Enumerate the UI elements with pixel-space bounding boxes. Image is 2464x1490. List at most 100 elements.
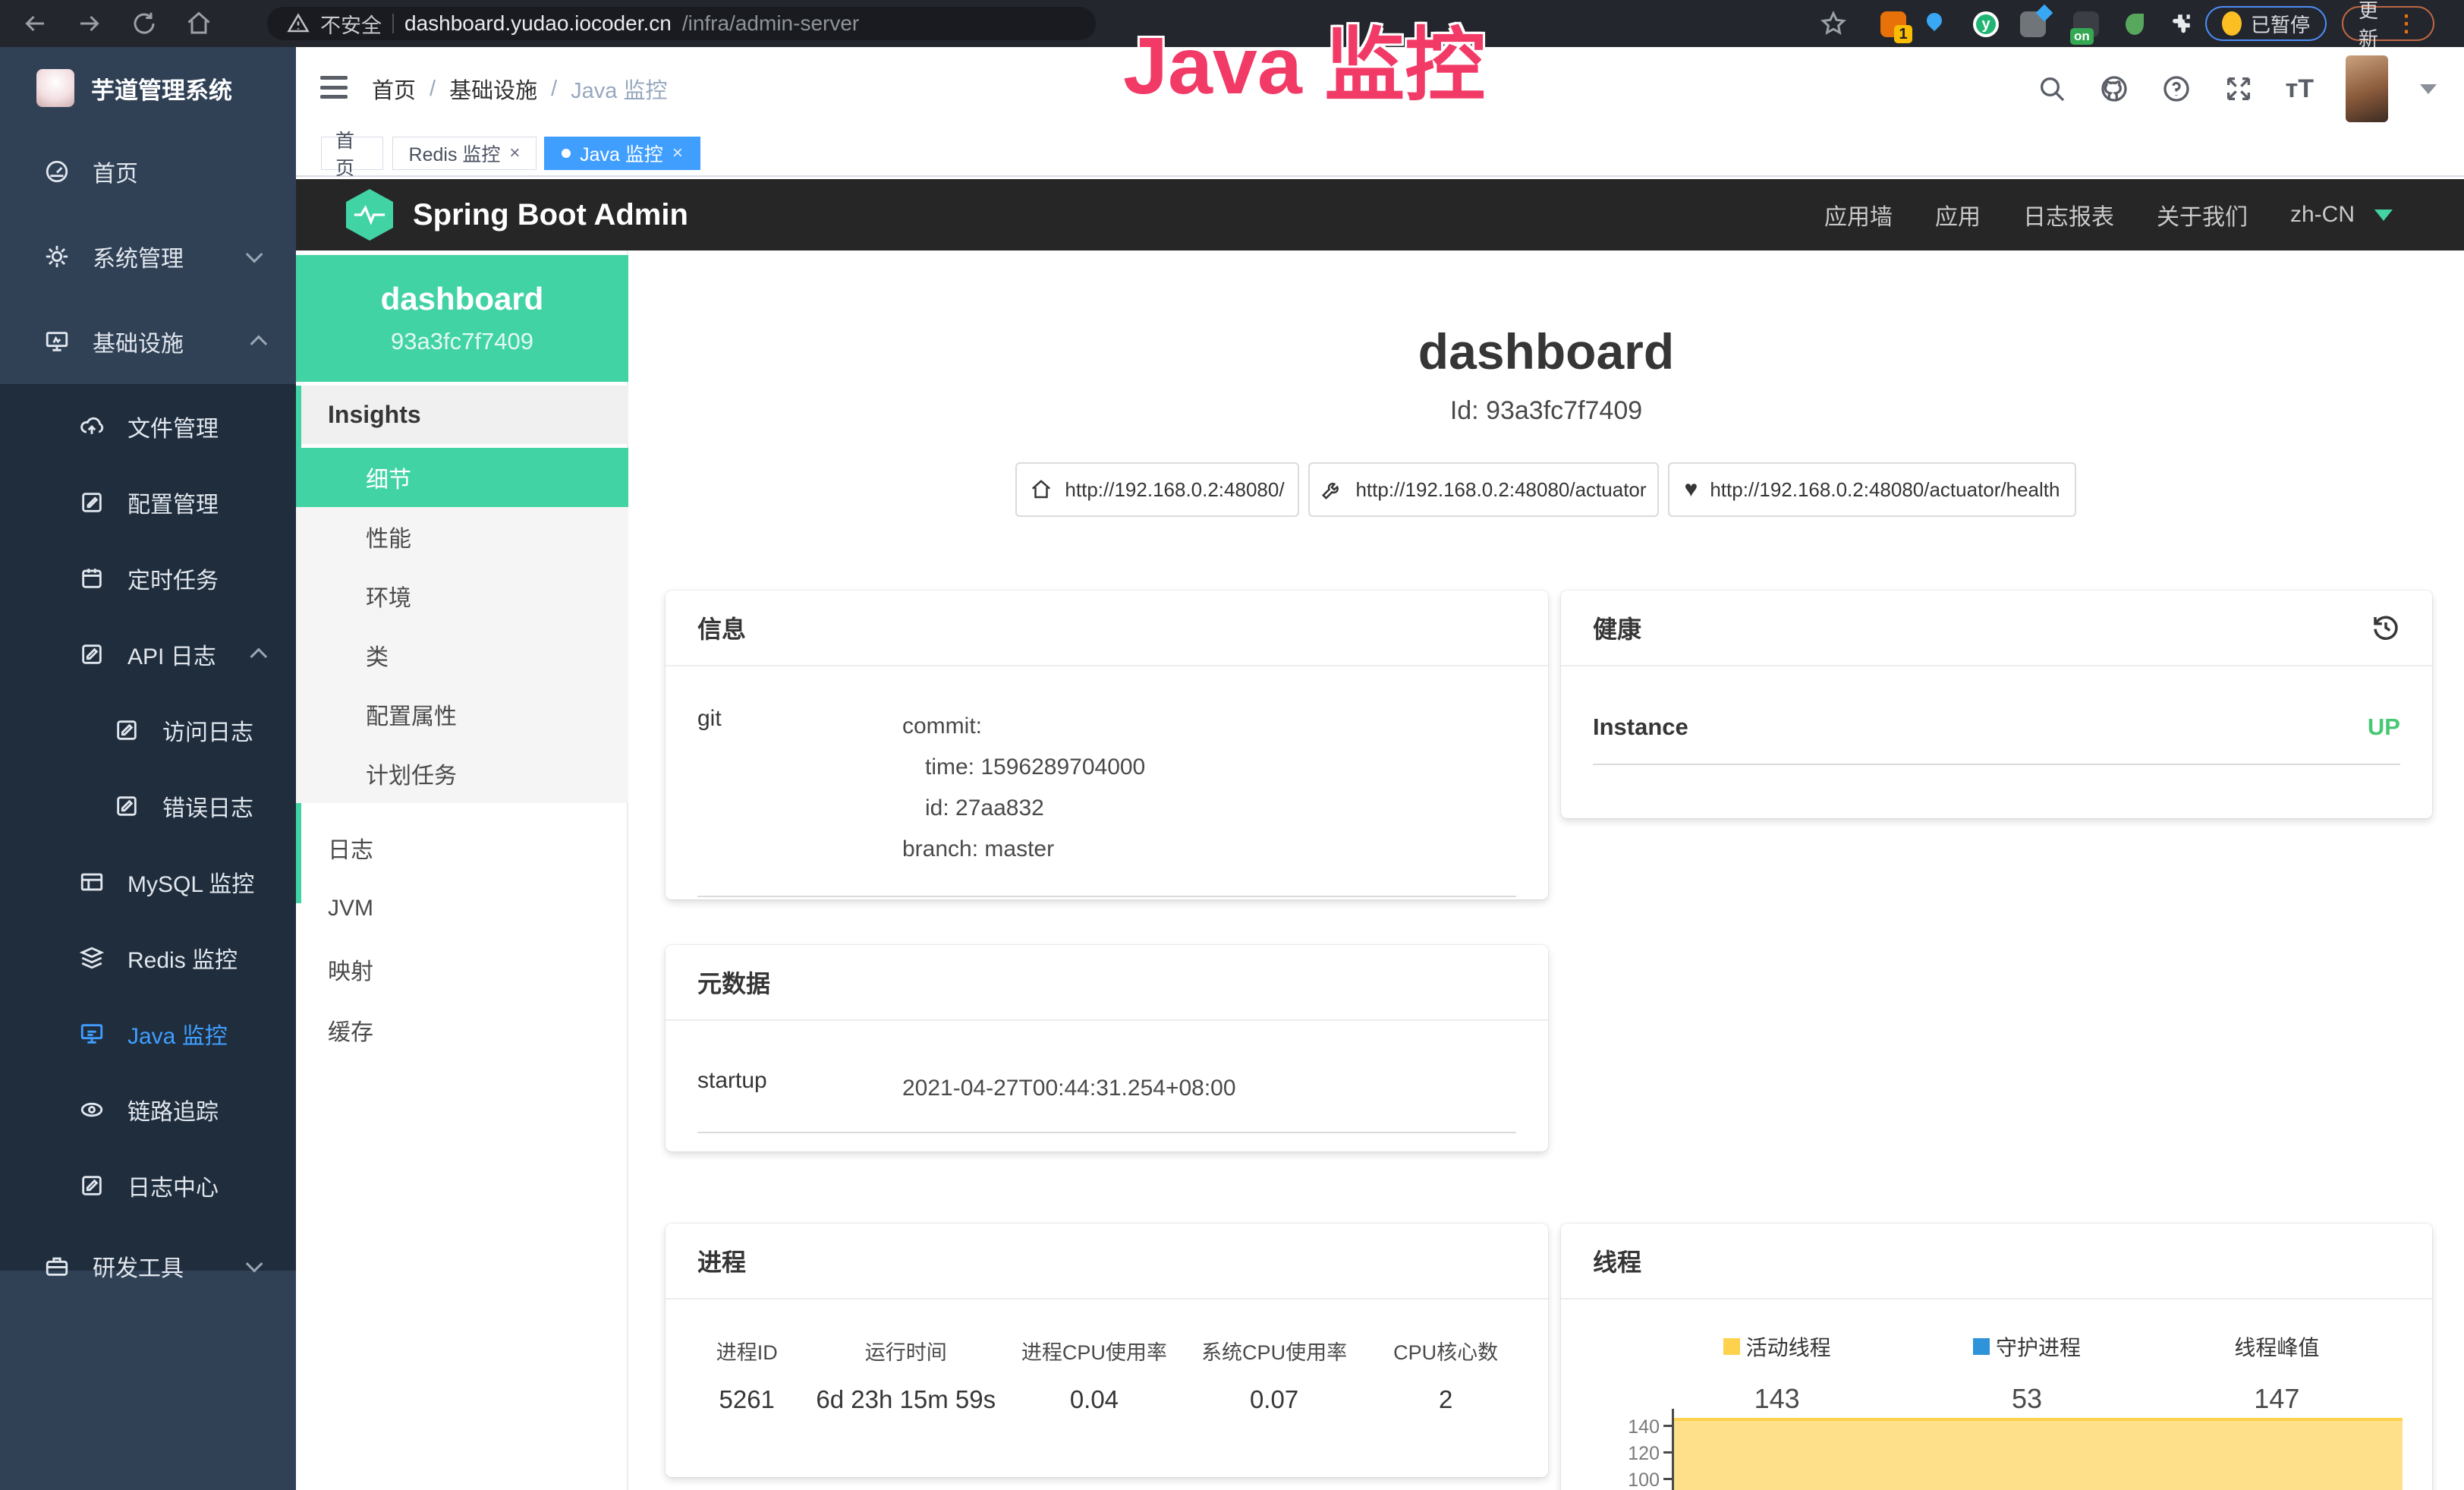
extension-grid-icon[interactable] xyxy=(2020,11,2046,37)
sidebar-item-file-management[interactable]: 文件管理 xyxy=(0,389,296,465)
tab-close-icon[interactable]: × xyxy=(509,143,520,164)
tab-home[interactable]: 首页 xyxy=(321,137,383,170)
process-card: 进程 进程ID 运行时间 进程CPU使用率 系统CPU使用率 CPU核心数 52… xyxy=(666,1224,1548,1477)
sba-nav-wallboard[interactable]: 应用墙 xyxy=(1824,198,1893,232)
sba-item-environment[interactable]: 环境 xyxy=(296,566,628,625)
sba-item-metrics[interactable]: 性能 xyxy=(296,507,628,566)
sidebar-item-access-logs[interactable]: 访问日志 xyxy=(0,692,296,768)
sidebar-item-dev-tools[interactable]: 研发工具 xyxy=(0,1228,296,1304)
threads-card: 线程 活动线程 143 守护进程 53 线程峰值 147 140 120 100 xyxy=(1561,1224,2432,1490)
extensions-puzzle-icon[interactable] xyxy=(2167,11,2193,37)
sidebar-item-error-logs[interactable]: 错误日志 xyxy=(0,768,296,844)
service-url-button[interactable]: http://192.168.0.2:48080/ xyxy=(1015,462,1299,517)
sba-item-logs[interactable]: 日志 xyxy=(296,818,628,877)
breadcrumb-infra[interactable]: 基础设施 xyxy=(449,73,537,105)
tab-close-icon[interactable]: × xyxy=(672,143,683,164)
github-icon[interactable] xyxy=(2099,74,2129,104)
extension-sprout-icon[interactable] xyxy=(2122,11,2148,37)
extension-badge-on: on xyxy=(2070,28,2094,45)
locale-caret-icon[interactable] xyxy=(2374,209,2393,221)
sidebar-item-log-center[interactable]: 日志中心 xyxy=(0,1148,296,1224)
sba-item-details[interactable]: 细节 xyxy=(296,448,628,507)
sidebar-item-infrastructure[interactable]: 基础设施 xyxy=(0,304,296,380)
user-avatar[interactable] xyxy=(2346,55,2388,122)
brand-row[interactable]: 芋道管理系统 xyxy=(0,47,296,129)
sba-item-mappings[interactable]: 映射 xyxy=(296,940,628,999)
instance-id: 93a3fc7f7409 xyxy=(296,328,628,355)
search-icon[interactable] xyxy=(2037,74,2067,104)
sidebar-item-java-monitor[interactable]: Java 监控 xyxy=(0,996,296,1072)
brand-title: 芋道管理系统 xyxy=(91,71,232,106)
extension-orange-icon[interactable]: 1 xyxy=(1880,11,1906,37)
brand-logo-image xyxy=(36,69,74,107)
sba-item-config-props[interactable]: 配置属性 xyxy=(296,685,628,744)
browser-forward-icon[interactable] xyxy=(76,10,103,37)
process-id-value: 5261 xyxy=(688,1385,805,1414)
sba-nav-journal[interactable]: 日志报表 xyxy=(2023,198,2114,232)
sba-nav-applications[interactable]: 应用 xyxy=(1935,198,1981,232)
history-icon[interactable] xyxy=(2370,612,2402,644)
sba-item-scheduled-tasks[interactable]: 计划任务 xyxy=(296,744,628,803)
health-instance-row: Instance UP xyxy=(1593,713,2400,765)
sba-item-caches[interactable]: 缓存 xyxy=(296,1000,628,1060)
health-url-button[interactable]: ♥ http://192.168.0.2:48080/actuator/heal… xyxy=(1668,462,2076,517)
system-cpu-value: 0.07 xyxy=(1182,1385,1367,1414)
tab-redis-monitor[interactable]: Redis 监控 × xyxy=(392,137,537,170)
tab-java-monitor[interactable]: Java 监控 × xyxy=(544,137,700,170)
browser-menu-icon[interactable]: ⋮ xyxy=(2395,11,2418,37)
url-host[interactable]: dashboard.yudao.iocoder.cn xyxy=(404,11,672,36)
breadcrumb-home[interactable]: 首页 xyxy=(372,73,416,105)
sidebar-item-system[interactable]: 系统管理 xyxy=(0,219,296,295)
sidebar-item-scheduled-jobs[interactable]: 定时任务 xyxy=(0,540,296,616)
sidebar-toggle-icon[interactable] xyxy=(320,76,348,99)
browser-home-icon[interactable] xyxy=(185,10,212,37)
sidebar-item-api-logs[interactable]: API 日志 xyxy=(0,616,296,692)
metadata-card: 元数据 startup 2021-04-27T00:44:31.254+08:0… xyxy=(666,945,1548,1151)
update-chip-label: 更新 xyxy=(2359,0,2386,52)
spring-boot-admin-logo-icon xyxy=(346,189,393,241)
url-path[interactable]: /infra/admin-server xyxy=(682,11,859,36)
sba-item-jvm[interactable]: JVM xyxy=(296,879,628,938)
layers-icon xyxy=(79,945,105,971)
card-title: 元数据 xyxy=(697,965,770,1000)
sba-sidebar: dashboard 93a3fc7f7409 Insights 细节 性能 环境… xyxy=(296,250,628,1490)
annotation-java-monitor: Java 监控 xyxy=(1123,0,1485,117)
not-secure-warning-icon xyxy=(287,12,310,35)
sba-nav-about[interactable]: 关于我们 xyxy=(2157,198,2248,232)
browser-reload-icon[interactable] xyxy=(131,10,158,37)
address-bar[interactable]: 不安全 dashboard.yudao.iocoder.cn /infra/ad… xyxy=(267,7,1096,40)
help-icon[interactable] xyxy=(2161,74,2192,104)
sidebar-item-config-management[interactable]: 配置管理 xyxy=(0,465,296,540)
sidebar-item-redis-monitor[interactable]: Redis 监控 xyxy=(0,920,296,996)
schedule-icon xyxy=(79,565,105,591)
bookmark-star-icon[interactable] xyxy=(1820,10,1847,37)
card-title: 信息 xyxy=(697,610,746,645)
sidebar-item-tracing[interactable]: 链路追踪 xyxy=(0,1072,296,1148)
metadata-key: startup xyxy=(697,1068,902,1109)
instance-header[interactable]: dashboard 93a3fc7f7409 xyxy=(296,255,628,382)
page-title: dashboard xyxy=(628,323,2464,380)
chevron-down-icon xyxy=(246,1255,263,1273)
font-size-icon[interactable]: тT xyxy=(2286,74,2314,104)
actuator-url-button[interactable]: http://192.168.0.2:48080/actuator xyxy=(1308,462,1659,517)
threads-stats: 活动线程 143 守护进程 53 线程峰值 147 xyxy=(1561,1299,2432,1415)
extension-pin-icon[interactable] xyxy=(1921,11,1947,37)
profile-paused-chip[interactable]: 已暂停 xyxy=(2205,6,2327,41)
extension-green-y-icon[interactable]: y xyxy=(1973,11,1999,37)
browser-back-icon[interactable] xyxy=(21,10,49,37)
info-card: 信息 git commit: time: 1596289704000 id: 2… xyxy=(666,591,1548,899)
browser-update-button[interactable]: 更新 ⋮ xyxy=(2342,6,2434,41)
sba-brand-title[interactable]: Spring Boot Admin xyxy=(413,198,688,232)
extension-switch-icon[interactable]: on xyxy=(2073,11,2099,37)
avatar-caret-icon[interactable] xyxy=(2420,84,2437,94)
sba-section-insights[interactable]: Insights xyxy=(296,386,628,444)
process-uptime-value: 6d 23h 15m 59s xyxy=(805,1385,1006,1414)
sidebar-item-home[interactable]: 首页 xyxy=(0,134,296,209)
sidebar-item-mysql-monitor[interactable]: MySQL 监控 xyxy=(0,844,296,920)
sba-locale-selector[interactable]: zh-CN xyxy=(2290,202,2355,228)
admin-sidebar: 芋道管理系统 首页 系统管理 基础设施 文件管理 配置管理 定时任务 API 日… xyxy=(0,47,296,1490)
metadata-value: 2021-04-27T00:44:31.254+08:00 xyxy=(902,1068,1236,1109)
sba-item-classes[interactable]: 类 xyxy=(296,625,628,685)
fullscreen-icon[interactable] xyxy=(2223,74,2254,104)
security-label[interactable]: 不安全 xyxy=(320,9,382,39)
